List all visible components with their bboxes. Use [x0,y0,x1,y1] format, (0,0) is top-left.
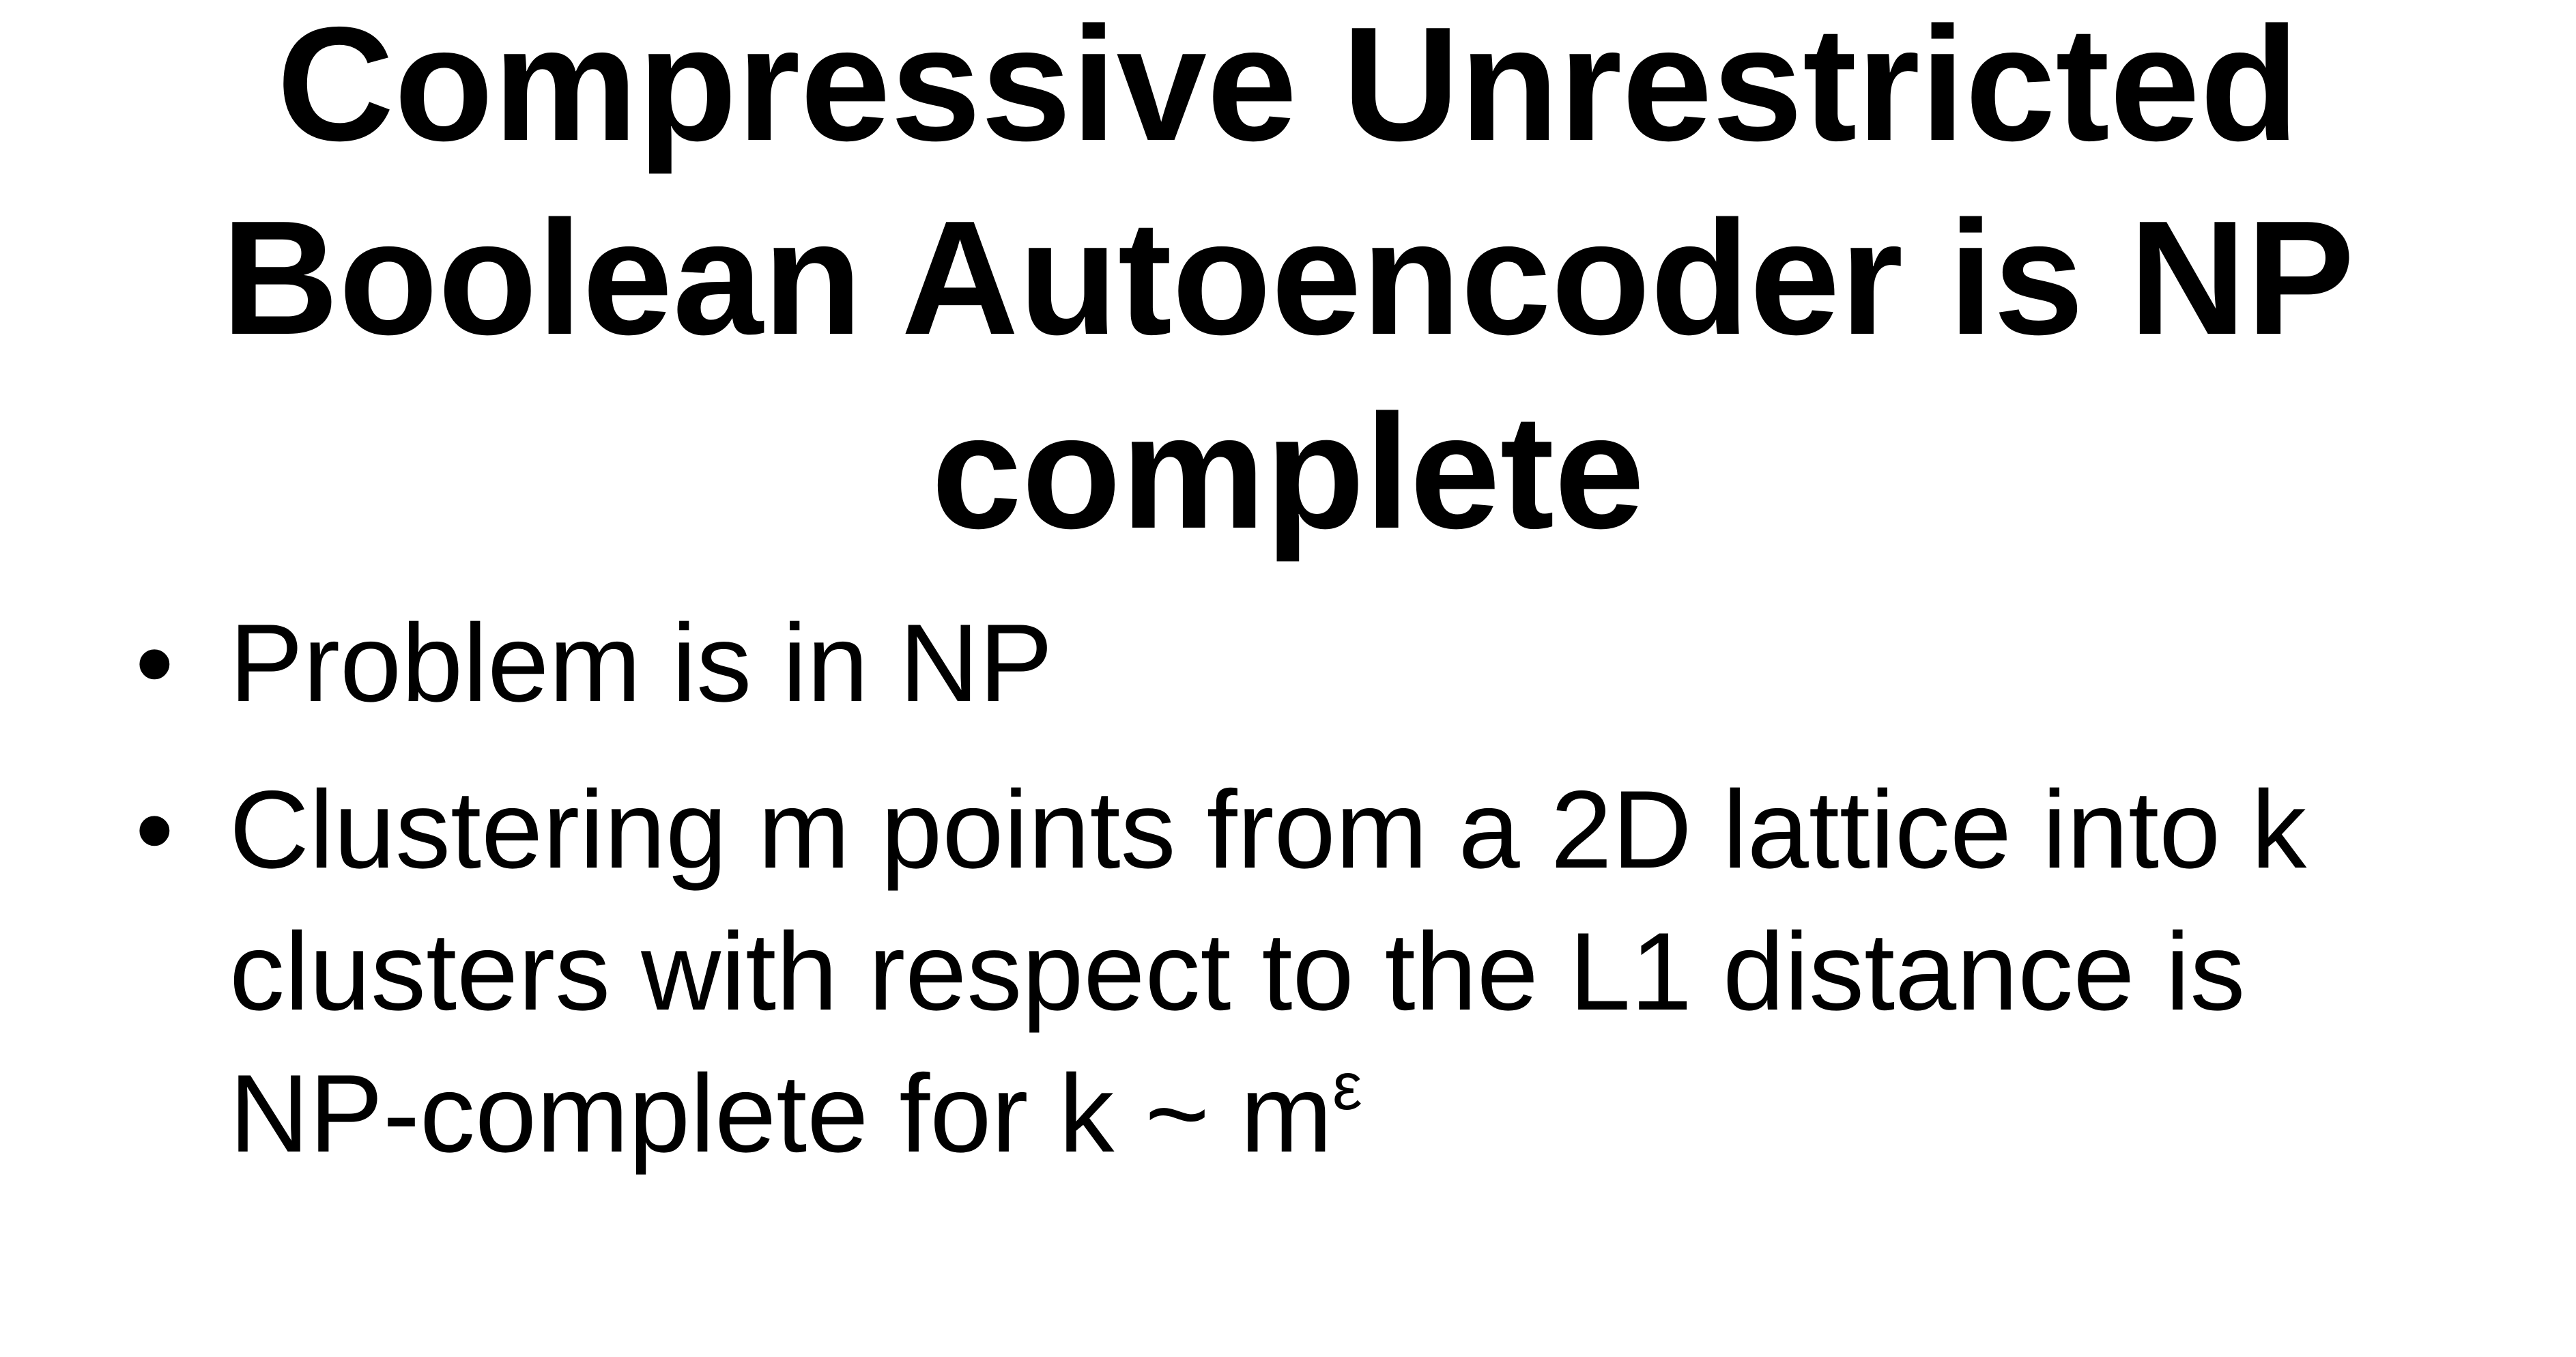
bullet-line: Problem is in NP [229,601,1053,725]
epsilon-superscript: ε [1332,1048,1362,1124]
bullet-line-text: NP-complete for k ~ m [229,1052,1332,1175]
bullet-marker: • [135,601,174,725]
bullet-marker: • [135,768,174,891]
bullet-text: Problem is in NP [229,592,2536,734]
bullet-list: • Problem is in NP • Clustering m points… [0,0,2576,1357]
bullet-text: Clustering m points from a 2D lattice in… [229,759,2536,1185]
bullet-line: clusters with respect to the L1 distance… [229,910,2246,1033]
bullet-line: Clustering m points from a 2D lattice in… [229,768,2307,891]
slide: Compressive Unrestricted Boolean Autoenc… [0,0,2576,1357]
bullet-line-with-superscript: NP-complete for k ~ mε [229,1043,2536,1185]
